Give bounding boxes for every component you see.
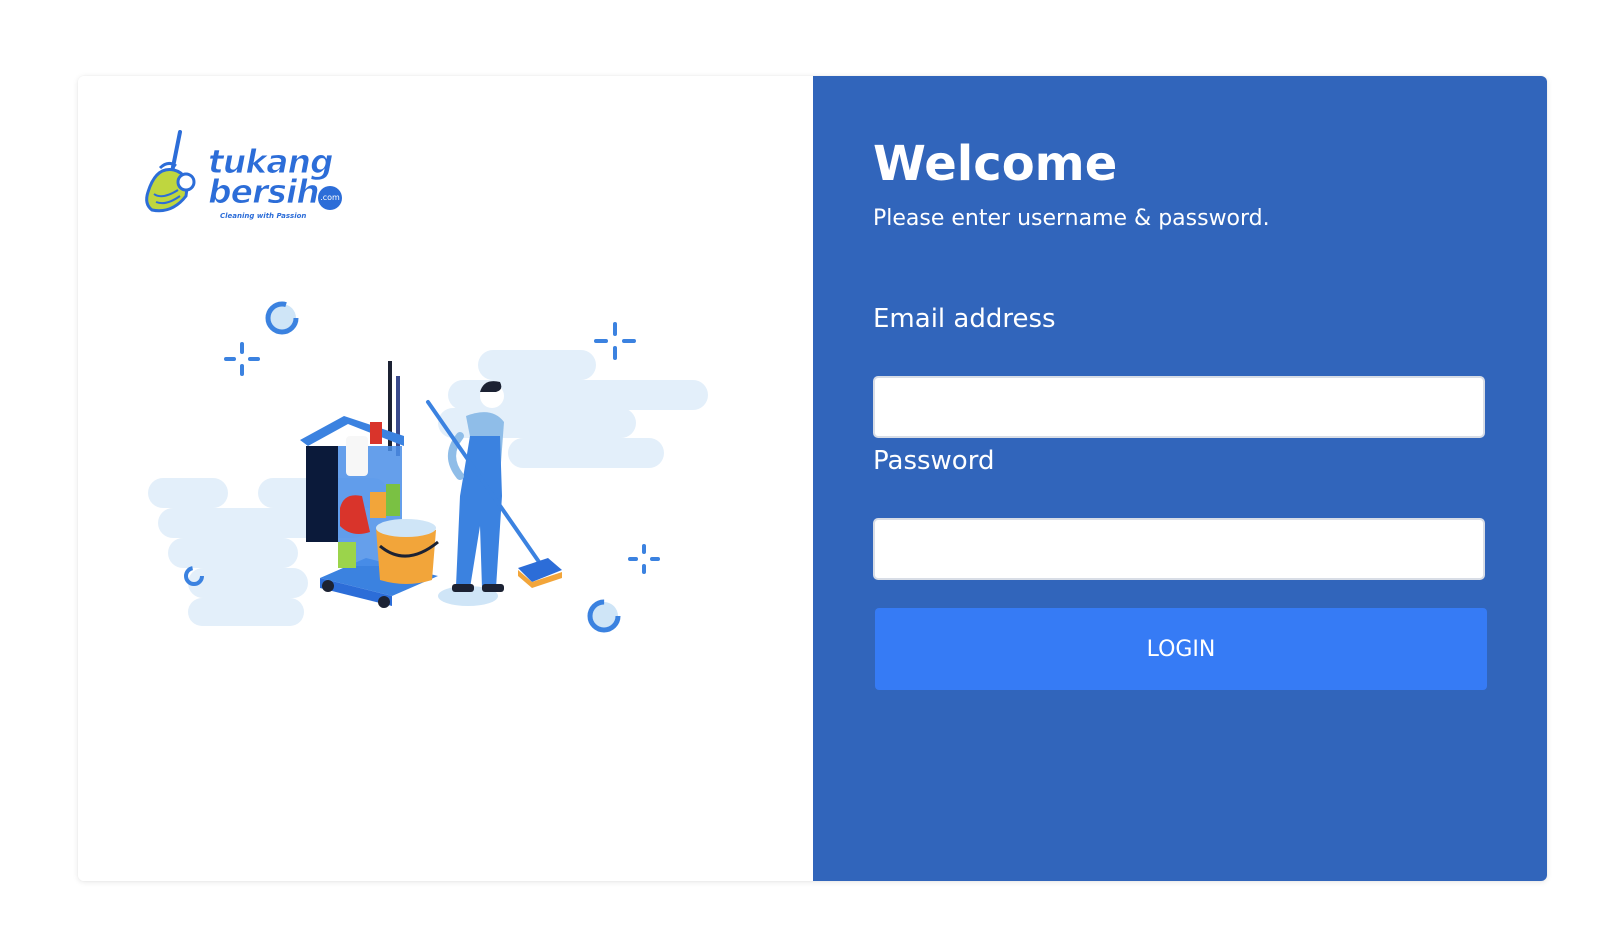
email-field[interactable] <box>873 376 1485 438</box>
brand-domain-badge: .com <box>318 186 342 210</box>
broom-icon <box>145 130 196 213</box>
brand-logo: tukang bersih .com Cleaning with Passion <box>138 130 342 222</box>
cleaning-cart <box>300 361 439 608</box>
login-subtitle: Please enter username & password. <box>873 206 1270 231</box>
welcome-heading: Welcome <box>873 136 1118 192</box>
login-panel: Welcome Please enter username & password… <box>813 76 1547 881</box>
login-button[interactable]: LOGIN <box>875 608 1487 690</box>
login-card: tukang bersih .com Cleaning with Passion <box>78 76 1547 881</box>
janitor-illustration <box>148 301 708 633</box>
brand-tagline: Cleaning with Passion <box>220 212 307 220</box>
cloud-shapes <box>148 350 708 626</box>
password-field[interactable] <box>873 518 1485 580</box>
brand-name-line2: bersih <box>208 172 321 212</box>
password-label: Password <box>873 446 995 476</box>
email-label: Email address <box>873 304 1056 334</box>
brand-panel: tukang bersih .com Cleaning with Passion <box>78 76 813 881</box>
